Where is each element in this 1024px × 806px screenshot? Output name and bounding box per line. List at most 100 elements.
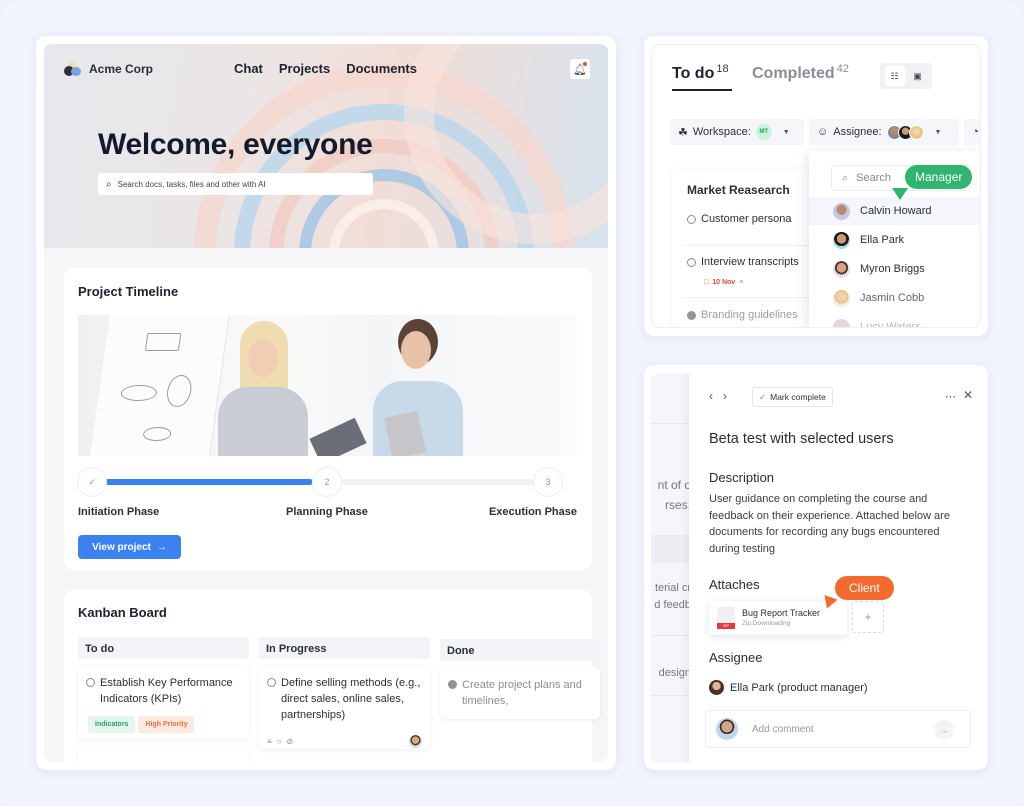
task-item[interactable]: Customer persona [687, 213, 792, 225]
assignee-option[interactable]: Ella Park [809, 226, 980, 254]
file-status: Zip.Downloading [742, 620, 791, 627]
assignee-filter[interactable]: ☺ Assignee: ▼ [809, 119, 959, 145]
assignee-option[interactable]: Calvin Howard [809, 197, 980, 225]
search-icon: ⌕ [842, 171, 849, 184]
ai-search-input[interactable]: ⌕ Search docs, tasks, files and other wi… [98, 173, 373, 195]
tab-completed[interactable]: Completed 42 [752, 63, 849, 89]
tab-label: Completed [752, 65, 835, 82]
plus-icon: + [864, 610, 872, 624]
phase-stepper: ✓ 2 3 Initiation Phase Planning Phase Ex… [78, 468, 577, 518]
chevron-right-icon[interactable]: › [723, 389, 727, 403]
task-item[interactable]: Branding guidelines [687, 309, 798, 321]
task-group-card: Market Reasearch Customer persona Interv… [672, 169, 832, 327]
kanban-title: Kanban Board [78, 605, 167, 620]
calendar-view-icon[interactable]: ▣ [908, 66, 928, 86]
tag-filter[interactable]: ◔ [964, 119, 980, 145]
assignee-option[interactable]: Myron Briggs [809, 255, 980, 283]
task-item[interactable]: Interview transcripts [687, 256, 799, 268]
kanban-column-done: Done Create project plans and timelines, [440, 637, 600, 719]
checkbox[interactable] [687, 215, 696, 224]
checkbox[interactable] [86, 678, 95, 687]
check-icon: ✓ [759, 391, 767, 402]
tab-todo[interactable]: To do 18 [672, 63, 732, 91]
background-text: nt of o [657, 478, 691, 492]
timeline-title: Project Timeline [78, 284, 179, 299]
manager-badge: Manager [905, 165, 973, 189]
checkbox[interactable] [267, 678, 276, 687]
step-3-label: Execution Phase [488, 506, 577, 518]
avatar [908, 124, 924, 140]
card-text: Define selling methods (e.g., direct sal… [281, 677, 421, 721]
comment-icon: ○ [276, 737, 282, 746]
comment-input[interactable]: Add comment → [705, 710, 971, 748]
brand-name: Acme Corp [89, 62, 154, 76]
search-placeholder: Search [856, 172, 892, 184]
option-label: Ella Park [860, 234, 905, 246]
task-description: User guidance on completing the course a… [709, 493, 950, 555]
view-project-label: View project [92, 541, 151, 553]
background-text: design [658, 667, 691, 679]
search-placeholder: Search docs, tasks, files and other with… [117, 179, 266, 189]
tab-count: 42 [836, 63, 849, 75]
avatar [833, 202, 850, 220]
kanban-card[interactable]: Create project plans and timelines, [440, 667, 600, 719]
tag-icon: ◔ [972, 126, 979, 138]
assignee-row[interactable]: Ella Park (product manager) [709, 680, 868, 695]
assignee-option[interactable]: Jasmin Cobb [809, 284, 980, 312]
column-header: In Progress [259, 637, 430, 659]
assignee-option[interactable]: Lucy Waters [809, 313, 980, 327]
task-group-title: Market Reasearch [687, 183, 790, 197]
top-nav: Acme Corp Chat Projects Documents 🔔︎ [44, 44, 608, 94]
step-1-marker[interactable]: ✓ [78, 468, 106, 496]
kanban-card[interactable]: Establish Key Performance Indicators (KP… [78, 665, 249, 739]
checkbox[interactable] [687, 258, 696, 267]
welcome-heading: Welcome, everyone [98, 128, 373, 161]
workspace-icon: ☘ [678, 126, 688, 139]
file-type: ZIP [717, 623, 735, 629]
nav-documents[interactable]: Documents [346, 61, 417, 76]
arrow-right-icon: → [156, 541, 167, 553]
task-nav: ‹ › [709, 389, 727, 403]
step-3-marker[interactable]: 3 [534, 468, 562, 496]
workspace-filter[interactable]: ☘ Workspace: MT ▼ [670, 119, 804, 145]
task-text: Branding guidelines [701, 309, 798, 321]
more-options-icon[interactable]: ⋯ [945, 390, 957, 403]
background-text: d feedb [654, 599, 691, 611]
close-icon[interactable]: ✕ [963, 388, 973, 402]
assignee-heading: Assignee [709, 650, 763, 665]
due-date: □ 10 Nov ≡ [704, 279, 743, 286]
notification-dot [583, 62, 587, 66]
kanban-card[interactable]: Define selling methods (e.g., direct sal… [259, 665, 430, 749]
dashboard-window: Acme Corp Chat Projects Documents 🔔︎ Wel… [36, 36, 616, 770]
avatar [833, 318, 850, 327]
progress-fill [106, 479, 312, 485]
main-nav: Chat Projects Documents [234, 61, 417, 76]
notifications-button[interactable]: 🔔︎ [570, 59, 590, 79]
checkbox-checked[interactable] [687, 311, 696, 320]
add-attachment-button[interactable]: + [852, 601, 884, 633]
zip-file-icon: ZIP [717, 607, 735, 629]
chevron-left-icon[interactable]: ‹ [709, 389, 713, 403]
task-title: Beta test with selected users [709, 431, 894, 447]
send-icon[interactable]: → [934, 720, 954, 740]
avatar [716, 718, 738, 740]
list-view-icon[interactable]: ☷ [884, 66, 905, 86]
task-detail-content: nt of o rses. terial cr d feedb design ‹… [651, 373, 981, 763]
person-brunette [368, 319, 468, 456]
step-2-marker[interactable]: 2 [313, 468, 341, 496]
dashboard-content: Acme Corp Chat Projects Documents 🔔︎ Wel… [44, 44, 608, 762]
nav-projects[interactable]: Projects [279, 61, 330, 76]
option-label: Jasmin Cobb [860, 292, 925, 304]
tag-high-priority: High Priority [138, 716, 195, 733]
due-date-text: 10 Nov [712, 279, 736, 286]
nav-chat[interactable]: Chat [234, 61, 263, 76]
option-label: Calvin Howard [860, 205, 932, 217]
tab-label: To do [672, 65, 715, 82]
mark-complete-button[interactable]: ✓ Mark complete [752, 387, 833, 407]
search-icon: ⌕ [106, 178, 112, 190]
avatar [709, 680, 724, 695]
kanban-card[interactable] [78, 747, 249, 762]
view-project-button[interactable]: View project → [78, 535, 181, 559]
assignee-label: Assignee: [833, 126, 882, 138]
checkbox-checked[interactable] [448, 680, 457, 689]
